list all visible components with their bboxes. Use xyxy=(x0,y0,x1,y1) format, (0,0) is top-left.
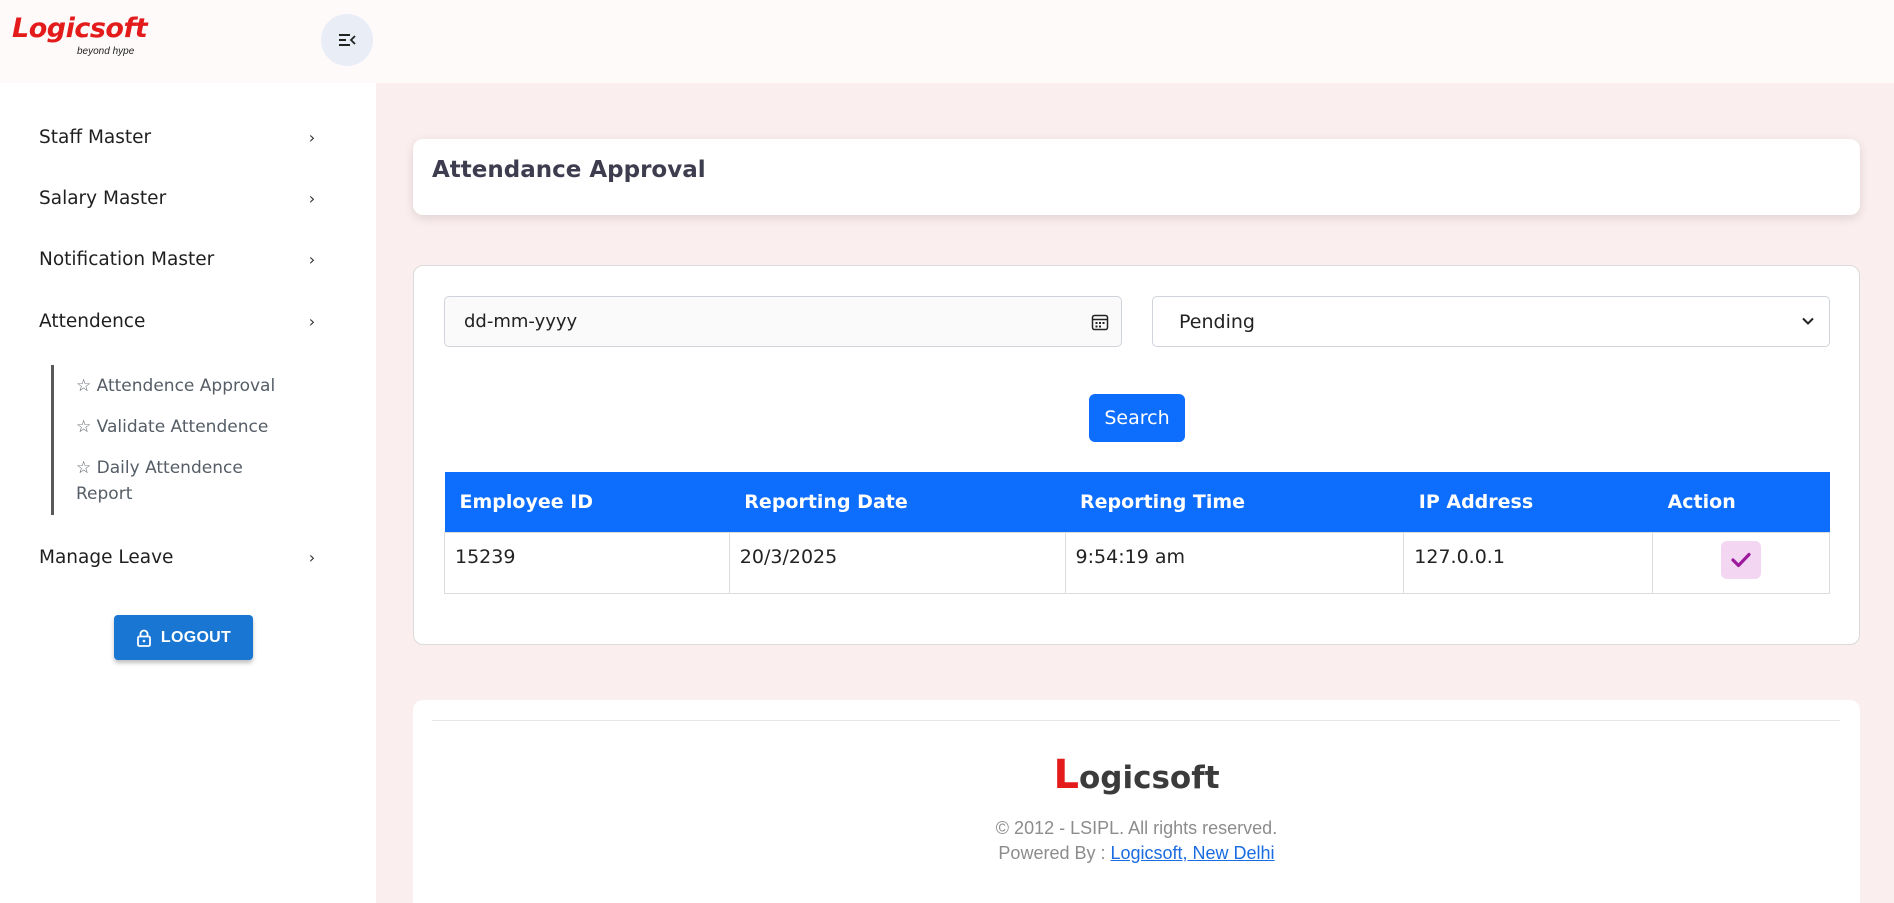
logout-label: LOGOUT xyxy=(160,628,232,646)
menu-collapse-icon xyxy=(339,34,356,46)
chevron-right-icon: › xyxy=(308,188,316,208)
footer-divider xyxy=(432,720,1840,721)
submenu-item-validate-attendence[interactable]: ☆ Validate Attendence xyxy=(76,414,268,440)
sidebar-item-notification-master[interactable]: Notification Master › xyxy=(39,244,319,274)
footer: Logicsoft © 2012 - LSIPL. All rights res… xyxy=(413,700,1860,903)
date-input-placeholder: dd-mm-yyyy xyxy=(464,311,578,332)
submenu-item-daily-attendence-report[interactable]: ☆ Daily Attendence Report xyxy=(76,455,266,507)
column-header-ip-address: IP Address xyxy=(1418,490,1534,513)
top-header: Logicsoft beyond hype xyxy=(0,0,1894,83)
status-select[interactable]: Pending xyxy=(1152,296,1830,347)
footer-logo-text: ogicsoft xyxy=(1078,760,1220,796)
sidebar-item-label: Notification Master xyxy=(39,248,215,270)
cell-employee-id: 15239 xyxy=(444,531,730,594)
search-button[interactable]: Search xyxy=(1089,394,1185,442)
page-title-card: Attendance Approval xyxy=(413,139,1860,215)
chevron-right-icon: › xyxy=(308,547,316,567)
column-header-employee-id: Employee ID xyxy=(459,490,594,513)
footer-powered-by: Powered By : Logicsoft, New Delhi xyxy=(413,843,1860,864)
sidebar-item-attendence[interactable]: Attendence › xyxy=(39,306,319,336)
sidebar-toggle-button[interactable] xyxy=(321,14,373,66)
chevron-right-icon: › xyxy=(308,249,316,269)
attendence-submenu: ☆ Attendence Approval ☆ Validate Attende… xyxy=(51,365,281,515)
table-header-row: Employee ID Reporting Date Reporting Tim… xyxy=(444,472,1830,532)
brand-name: Logicsoft xyxy=(12,13,148,44)
sidebar-item-salary-master[interactable]: Salary Master › xyxy=(39,183,319,213)
chevron-right-icon: › xyxy=(308,311,316,331)
submenu-item-attendence-approval[interactable]: ☆ Attendence Approval xyxy=(76,373,275,399)
column-header-reporting-time: Reporting Time xyxy=(1080,490,1246,513)
sidebar-item-manage-leave[interactable]: Manage Leave › xyxy=(39,542,319,572)
cell-reporting-time: 9:54:19 am xyxy=(1064,531,1405,594)
check-icon xyxy=(1731,552,1751,567)
status-select-value: Pending xyxy=(1179,310,1255,333)
chevron-down-icon xyxy=(1802,317,1814,325)
cell-action xyxy=(1652,531,1830,594)
attendance-table: Employee ID Reporting Date Reporting Tim… xyxy=(444,472,1830,594)
brand-tagline: beyond hype xyxy=(77,46,135,57)
chevron-right-icon: › xyxy=(308,127,316,147)
page-title: Attendance Approval xyxy=(432,157,706,183)
sidebar-item-label: Manage Leave xyxy=(39,546,174,568)
footer-copyright: © 2012 - LSIPL. All rights reserved. xyxy=(995,818,1278,838)
footer-logo: Logicsoft xyxy=(413,752,1860,798)
approve-button[interactable] xyxy=(1721,540,1762,579)
sidebar-item-staff-master[interactable]: Staff Master › xyxy=(39,122,319,152)
attendance-filter-card: dd-mm-yyyy Pending Search Employee ID Re… xyxy=(413,265,1860,645)
sidebar-item-label: Salary Master xyxy=(39,187,167,209)
logout-button[interactable]: LOGOUT xyxy=(114,615,253,660)
column-header-action: Action xyxy=(1667,490,1736,513)
brand-logo[interactable]: Logicsoft beyond hype xyxy=(12,13,148,64)
cell-reporting-date: 20/3/2025 xyxy=(728,531,1066,594)
calendar-icon[interactable] xyxy=(1091,313,1109,331)
column-header-reporting-date: Reporting Date xyxy=(744,490,908,513)
powered-by-prefix: Powered By : xyxy=(998,843,1111,863)
sidebar-item-label: Staff Master xyxy=(39,126,152,148)
powered-by-link[interactable]: Logicsoft, New Delhi xyxy=(1110,843,1274,863)
cell-ip-address: 127.0.0.1 xyxy=(1403,531,1654,594)
table-row: 15239 20/3/2025 9:54:19 am 127.0.0.1 xyxy=(444,531,1830,594)
date-input[interactable]: dd-mm-yyyy xyxy=(444,296,1122,347)
sidebar: Staff Master › Salary Master › Notificat… xyxy=(0,83,376,903)
footer-logo-initial: L xyxy=(1053,752,1079,798)
sidebar-item-label: Attendence xyxy=(39,310,146,332)
lock-icon xyxy=(136,629,151,647)
